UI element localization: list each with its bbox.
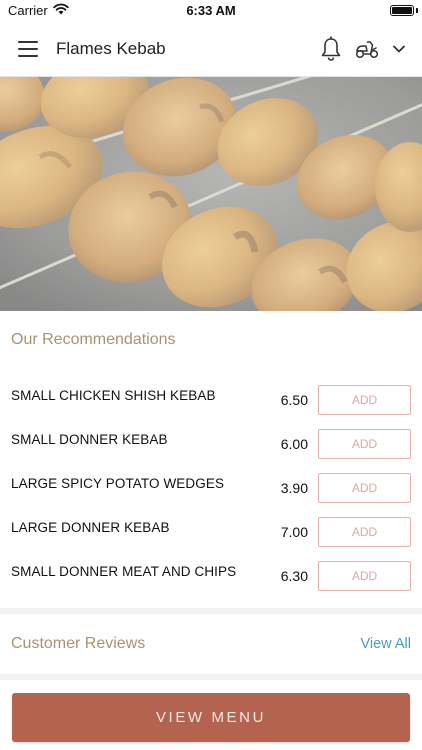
bottom-bar: VIEW MENU	[0, 680, 422, 750]
chevron-down-icon[interactable]	[392, 42, 406, 54]
recommendations-section: Our Recommendations SMALL CHICKEN SHISH …	[0, 311, 422, 608]
page-title: Flames Kebab	[56, 39, 166, 58]
item-price: 3.90	[280, 480, 308, 496]
add-button[interactable]: ADD	[318, 385, 411, 415]
item-price: 6.00	[280, 436, 308, 452]
recommendation-item: SMALL DONNER MEAT AND CHIPS 6.30 ADD	[0, 561, 422, 605]
scooter-icon[interactable]	[354, 37, 380, 61]
recommendation-item: LARGE SPICY POTATO WEDGES 3.90 ADD	[0, 473, 422, 517]
hamburger-menu-icon[interactable]	[18, 41, 38, 57]
add-button[interactable]: ADD	[318, 429, 411, 459]
recommendation-item: SMALL CHICKEN SHISH KEBAB 6.50 ADD	[0, 385, 422, 429]
item-price: 7.00	[280, 524, 308, 540]
add-button[interactable]: ADD	[318, 517, 411, 547]
view-menu-button[interactable]: VIEW MENU	[12, 693, 410, 742]
view-all-link[interactable]: View All	[360, 636, 411, 652]
battery-icon	[390, 5, 414, 16]
recommendations-title: Our Recommendations	[11, 331, 176, 348]
item-name: LARGE SPICY POTATO WEDGES	[11, 476, 225, 491]
hero-food-image	[0, 77, 422, 311]
recommendation-item: LARGE DONNER KEBAB 7.00 ADD	[0, 517, 422, 561]
battery-tip	[416, 8, 418, 13]
add-button[interactable]: ADD	[318, 473, 411, 503]
item-name: SMALL CHICKEN SHISH KEBAB	[11, 388, 216, 403]
bell-icon[interactable]	[320, 36, 342, 62]
recommendation-item: SMALL DONNER KEBAB 6.00 ADD	[0, 429, 422, 473]
app-screen: Carrier 6:33 AM Flames Kebab Our Recomme…	[0, 0, 422, 750]
reviews-section: Customer Reviews View All	[0, 614, 422, 674]
item-price: 6.50	[280, 392, 308, 408]
status-bar: Carrier 6:33 AM	[0, 0, 422, 22]
app-header: Flames Kebab	[0, 22, 422, 77]
add-button[interactable]: ADD	[318, 561, 411, 591]
item-name: SMALL DONNER MEAT AND CHIPS	[11, 564, 237, 579]
status-time: 6:33 AM	[186, 3, 236, 18]
item-price: 6.30	[280, 568, 308, 584]
reviews-title: Customer Reviews	[11, 635, 146, 652]
item-name: LARGE DONNER KEBAB	[11, 520, 170, 535]
item-name: SMALL DONNER KEBAB	[11, 432, 168, 447]
